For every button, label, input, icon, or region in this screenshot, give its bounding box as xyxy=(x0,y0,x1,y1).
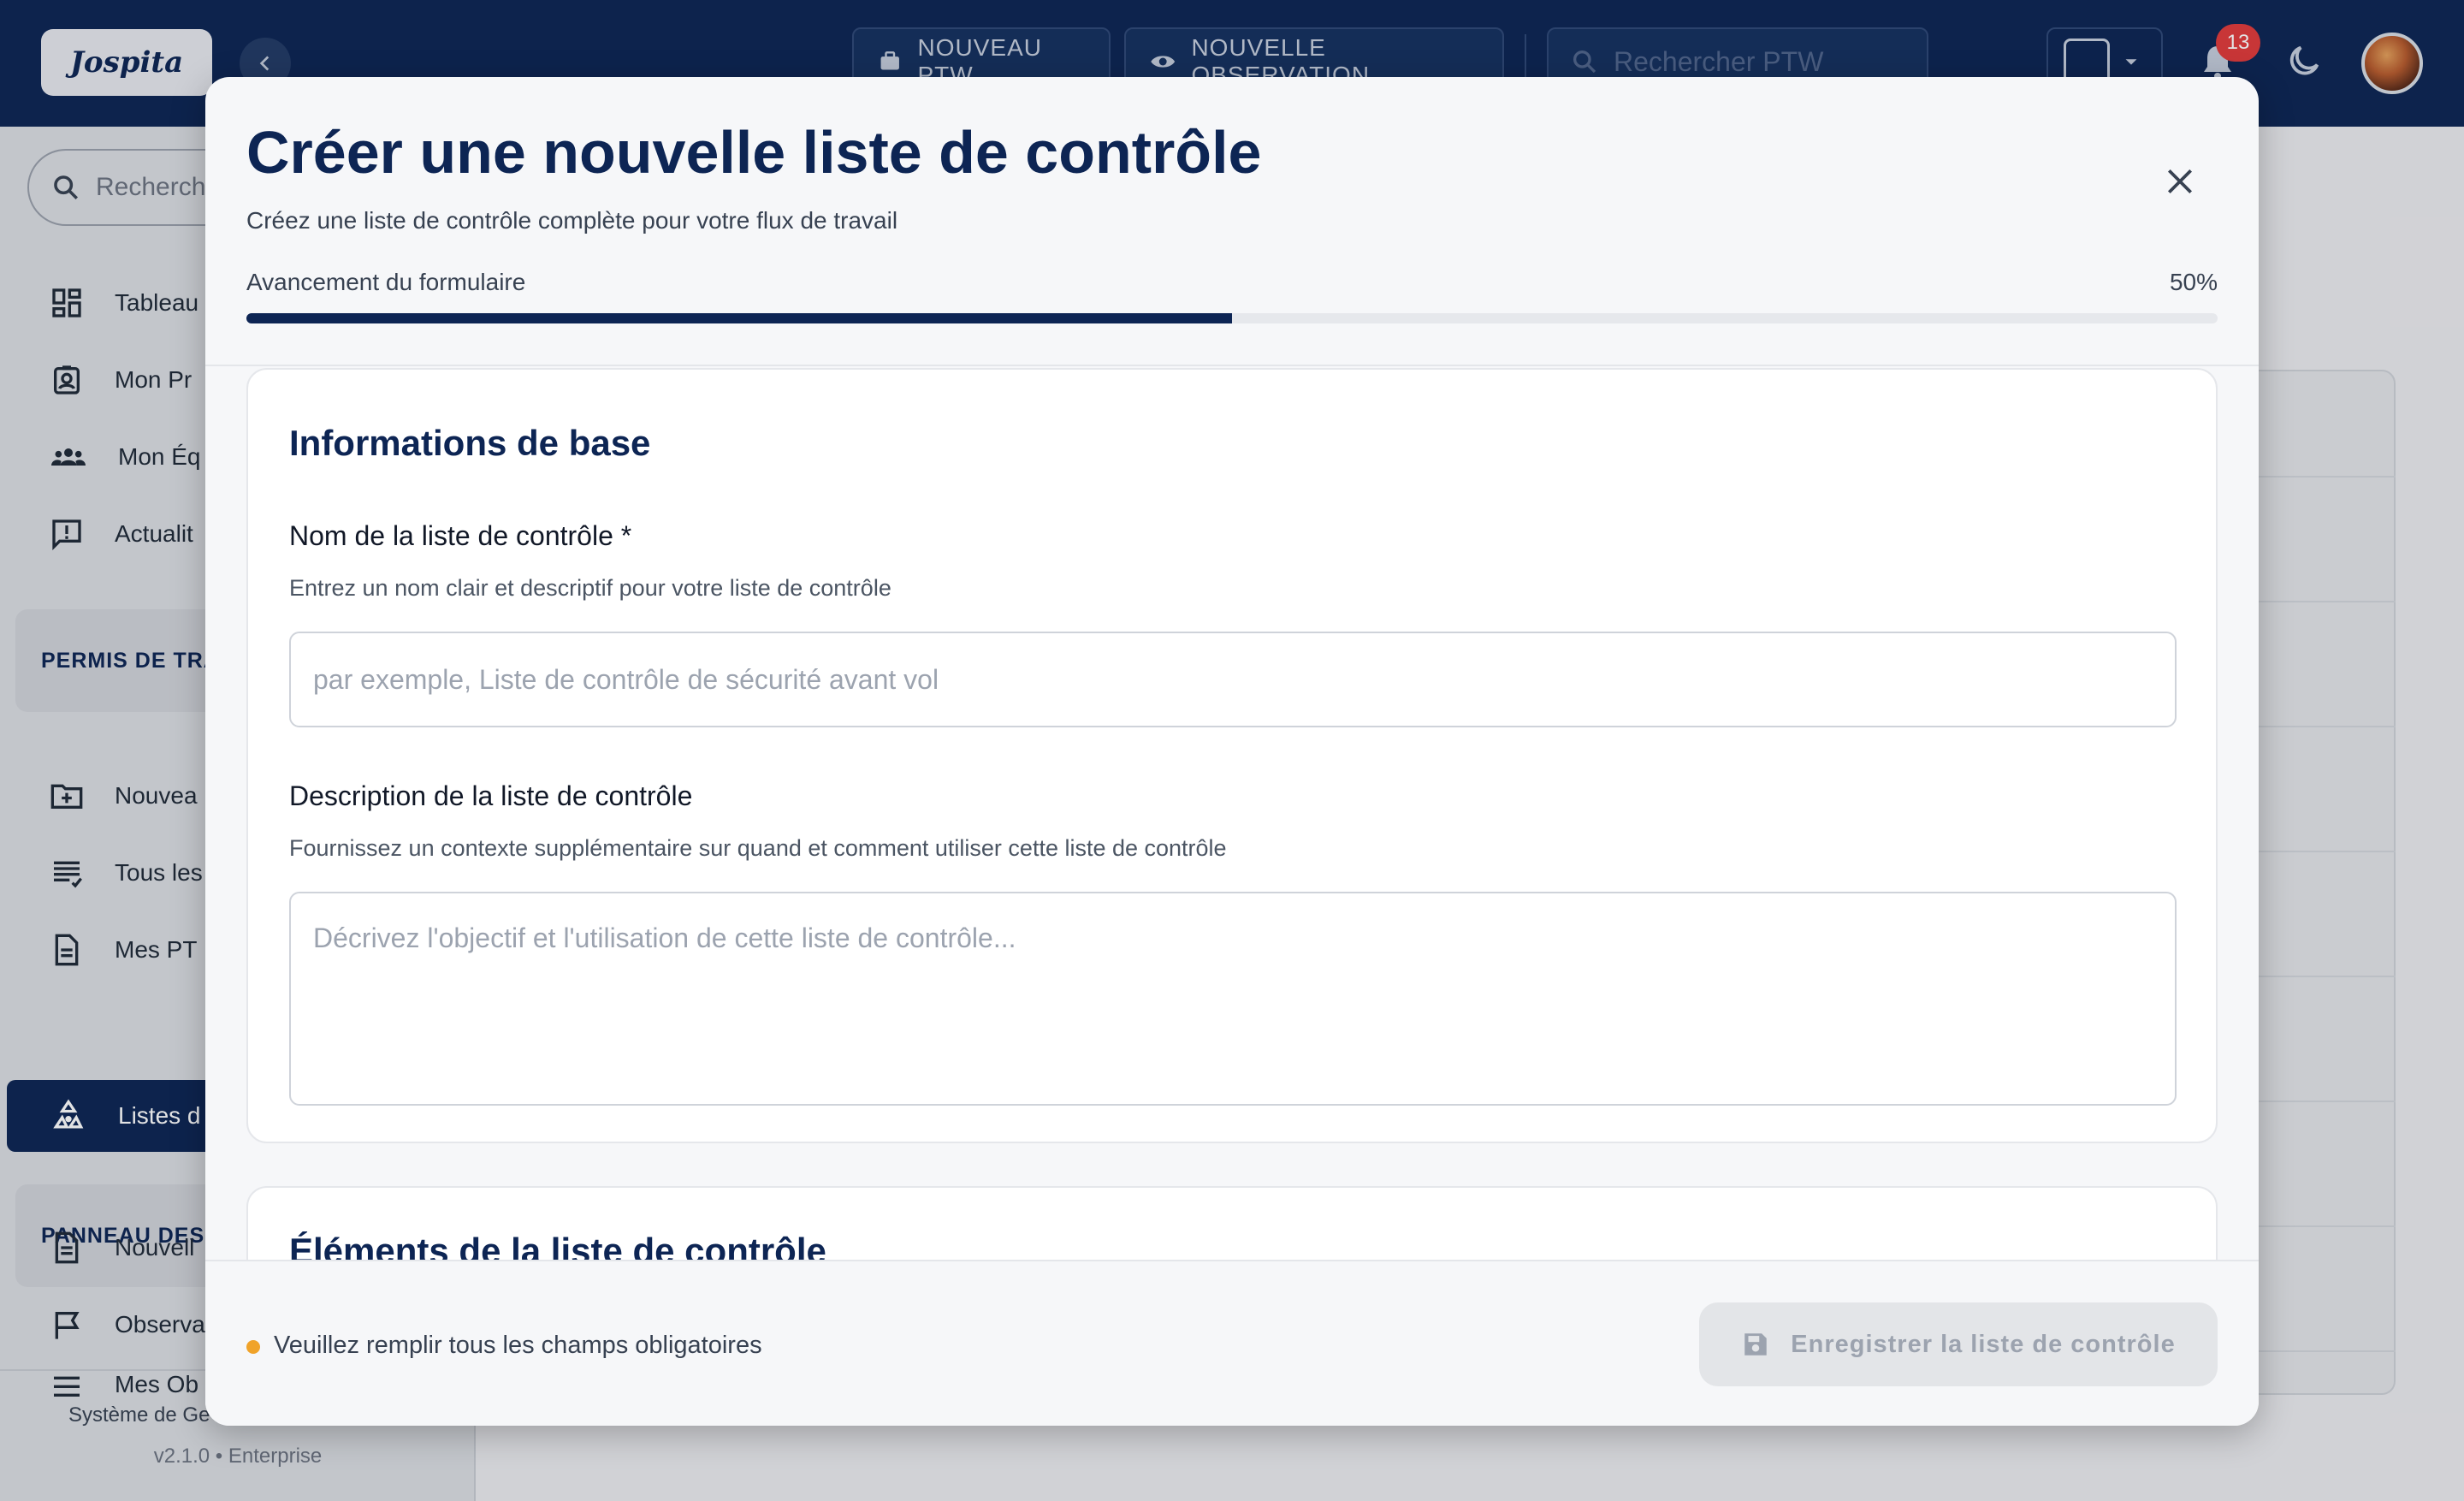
create-checklist-modal: Créer une nouvelle liste de contrôle Cré… xyxy=(205,77,2259,1426)
checklist-name-input[interactable] xyxy=(289,632,2177,727)
header-separator xyxy=(205,365,2259,366)
warning-dot-icon xyxy=(246,1340,260,1354)
description-field-help: Fournissez un contexte supplémentaire su… xyxy=(289,835,1227,861)
close-modal-button[interactable] xyxy=(2154,156,2206,207)
required-fields-warning: Veuillez remplir tous les champs obligat… xyxy=(274,1332,762,1359)
floppy-disk-icon xyxy=(1744,1333,1768,1356)
name-field-help: Entrez un nom clair et descriptif pour v… xyxy=(289,575,891,601)
progress-bar xyxy=(246,313,2218,323)
modal-subtitle: Créez une liste de contrôle complète pou… xyxy=(246,207,898,234)
name-field-label: Nom de la liste de contrôle * xyxy=(289,520,632,551)
checklist-description-input[interactable] xyxy=(289,892,2177,1106)
save-checklist-button[interactable]: Enregistrer la liste de contrôle xyxy=(1699,1302,2218,1386)
progress-label: Avancement du formulaire xyxy=(246,269,526,295)
description-field-label: Description de la liste de contrôle xyxy=(289,780,693,811)
modal-footer: Veuillez remplir tous les champs obligat… xyxy=(205,1260,2259,1426)
progress-percent: 50% xyxy=(2169,269,2218,295)
modal-title: Créer une nouvelle liste de contrôle xyxy=(246,119,1262,186)
save-checklist-label: Enregistrer la liste de contrôle xyxy=(1791,1330,2176,1358)
basic-info-card: Informations de base Nom de la liste de … xyxy=(246,368,2218,1143)
progress-bar-fill xyxy=(246,313,1232,323)
section-title-basic-info: Informations de base xyxy=(289,423,651,463)
close-icon xyxy=(2167,169,2193,194)
